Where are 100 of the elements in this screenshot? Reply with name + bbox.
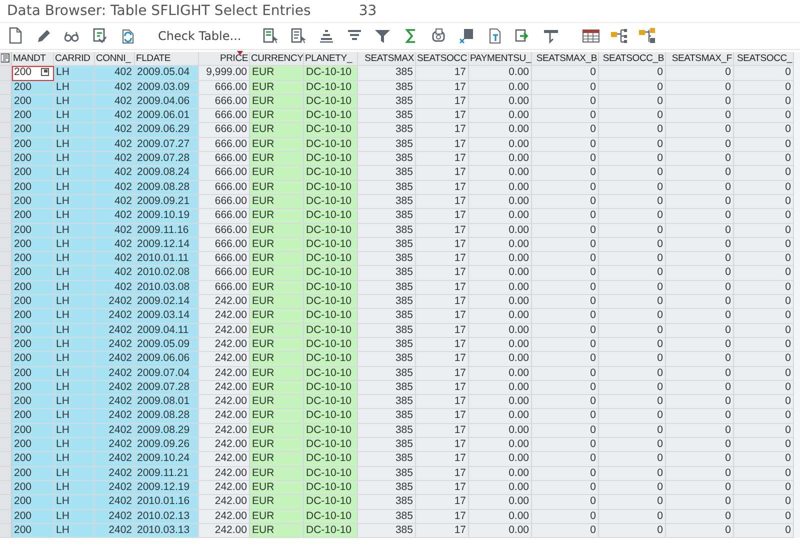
row-selector[interactable] bbox=[0, 409, 12, 424]
input-field[interactable]: 200 bbox=[12, 66, 54, 81]
row-selector[interactable] bbox=[0, 238, 12, 252]
row-selector[interactable] bbox=[0, 424, 12, 438]
row-selector[interactable] bbox=[0, 109, 12, 124]
table-cell: LH bbox=[54, 295, 95, 310]
table-cell: 200 bbox=[12, 209, 54, 224]
table-cell: 385 bbox=[358, 138, 416, 152]
table-cell: 0 bbox=[532, 309, 599, 324]
column-header[interactable]: MANDT bbox=[12, 52, 54, 66]
row-selector[interactable] bbox=[0, 395, 12, 410]
select-all-icon[interactable] bbox=[1, 53, 11, 63]
table-cell: 17 bbox=[416, 495, 469, 510]
table-cell: LH bbox=[54, 480, 95, 496]
column-header[interactable]: SEATSMAX_B bbox=[532, 52, 599, 66]
table-cell: 0 bbox=[734, 395, 794, 410]
check-table-button[interactable]: Check Table... bbox=[152, 27, 248, 45]
table-cell: DC-10-10 bbox=[304, 109, 358, 124]
row-selector[interactable] bbox=[0, 194, 12, 210]
row-selector[interactable] bbox=[0, 80, 12, 95]
row-selector[interactable] bbox=[0, 452, 12, 467]
column-header[interactable]: PAYMENTSU_ bbox=[469, 52, 532, 66]
table-cell: 385 bbox=[358, 480, 416, 496]
value-help-icon[interactable] bbox=[41, 68, 49, 76]
row-selector[interactable] bbox=[0, 380, 12, 396]
row-selector[interactable] bbox=[0, 309, 12, 324]
row-selector[interactable] bbox=[0, 510, 12, 524]
table-cell: 0 bbox=[734, 466, 794, 481]
table-cell: 0 bbox=[666, 324, 734, 338]
table-cell: 0 bbox=[532, 280, 599, 296]
table-cell: DC-10-10 bbox=[304, 123, 358, 138]
table-cell: 0 bbox=[599, 324, 666, 338]
row-selector[interactable] bbox=[0, 438, 12, 452]
table-cell: 0 bbox=[599, 224, 666, 238]
table-cell: DC-10-10 bbox=[304, 510, 358, 524]
column-header[interactable]: SEATSMAX bbox=[358, 52, 416, 66]
row-selector[interactable] bbox=[0, 480, 12, 496]
row-selector[interactable] bbox=[0, 138, 12, 152]
table-cell: 0.00 bbox=[469, 338, 532, 352]
table-cell: EUR bbox=[250, 395, 304, 410]
tree-icon[interactable] bbox=[609, 26, 630, 46]
table-cell: 17 bbox=[416, 510, 469, 524]
row-selector[interactable] bbox=[0, 352, 12, 367]
table-cell: 0 bbox=[599, 395, 666, 410]
row-selector[interactable] bbox=[0, 180, 12, 195]
column-header[interactable]: SEATSOCC_ bbox=[734, 52, 794, 66]
row-selector[interactable] bbox=[0, 209, 12, 224]
table-cell: 200 bbox=[12, 123, 54, 138]
table-cell: 0 bbox=[532, 80, 599, 95]
row-selector[interactable] bbox=[0, 495, 12, 510]
table-cell: 17 bbox=[416, 80, 469, 95]
table-cell: 0 bbox=[599, 409, 666, 424]
table-cell: 0.00 bbox=[469, 109, 532, 124]
column-header[interactable]: CONNI_ bbox=[95, 52, 135, 66]
table-cell: EUR bbox=[250, 224, 304, 238]
table-cell: 0.00 bbox=[469, 380, 532, 396]
row-selector[interactable] bbox=[0, 252, 12, 266]
table-cell: 0 bbox=[666, 66, 734, 81]
table-cell: 402 bbox=[95, 238, 135, 252]
row-selector[interactable] bbox=[0, 266, 12, 281]
table-cell: LH bbox=[54, 409, 95, 424]
column-header[interactable]: FLDATE bbox=[135, 52, 199, 66]
table-cell: 666.00 bbox=[199, 280, 250, 296]
row-selector[interactable] bbox=[0, 524, 12, 538]
table-cell: 402 bbox=[95, 224, 135, 238]
row-selector[interactable] bbox=[0, 166, 12, 181]
table-cell: DC-10-10 bbox=[304, 324, 358, 338]
row-selector[interactable] bbox=[0, 123, 12, 138]
row-selector[interactable] bbox=[0, 224, 12, 238]
row-selector[interactable] bbox=[0, 366, 12, 381]
column-header[interactable]: SEATSOCC_B bbox=[599, 52, 666, 66]
column-header[interactable]: PRICE bbox=[199, 52, 250, 66]
table-cell: 0 bbox=[599, 166, 666, 181]
column-header[interactable]: CARRID bbox=[54, 52, 95, 66]
table-cell: 0 bbox=[599, 524, 666, 538]
table-cell: 666.00 bbox=[199, 266, 250, 281]
table-cell: 0.00 bbox=[469, 123, 532, 138]
table-cell: 0 bbox=[599, 466, 666, 481]
table-cell: LH bbox=[54, 123, 95, 138]
table-cell: LH bbox=[54, 66, 95, 81]
row-selector[interactable] bbox=[0, 94, 12, 110]
table-cell: 0 bbox=[734, 480, 794, 496]
row-selector[interactable] bbox=[0, 280, 12, 296]
table-cell: 242.00 bbox=[199, 352, 250, 367]
row-selector[interactable] bbox=[0, 295, 12, 310]
column-header[interactable]: CURRENCY bbox=[250, 52, 304, 66]
column-header[interactable]: PLANETY_ bbox=[304, 52, 358, 66]
row-selector[interactable] bbox=[0, 466, 12, 481]
row-selector[interactable] bbox=[0, 152, 12, 166]
row-selector[interactable] bbox=[0, 338, 12, 352]
table-cell: 0 bbox=[734, 252, 794, 266]
table-cell: 2009.05.04 bbox=[135, 66, 199, 81]
table-cell: 0 bbox=[666, 94, 734, 110]
table-cell: 0 bbox=[666, 380, 734, 396]
tree-icon[interactable] bbox=[637, 26, 658, 46]
table-cell: 17 bbox=[416, 466, 469, 481]
column-header[interactable]: SEATSMAX_F bbox=[666, 52, 734, 66]
table-cell: 17 bbox=[416, 452, 469, 467]
row-selector[interactable] bbox=[0, 324, 12, 338]
column-header[interactable]: SEATSOCC bbox=[416, 52, 469, 66]
